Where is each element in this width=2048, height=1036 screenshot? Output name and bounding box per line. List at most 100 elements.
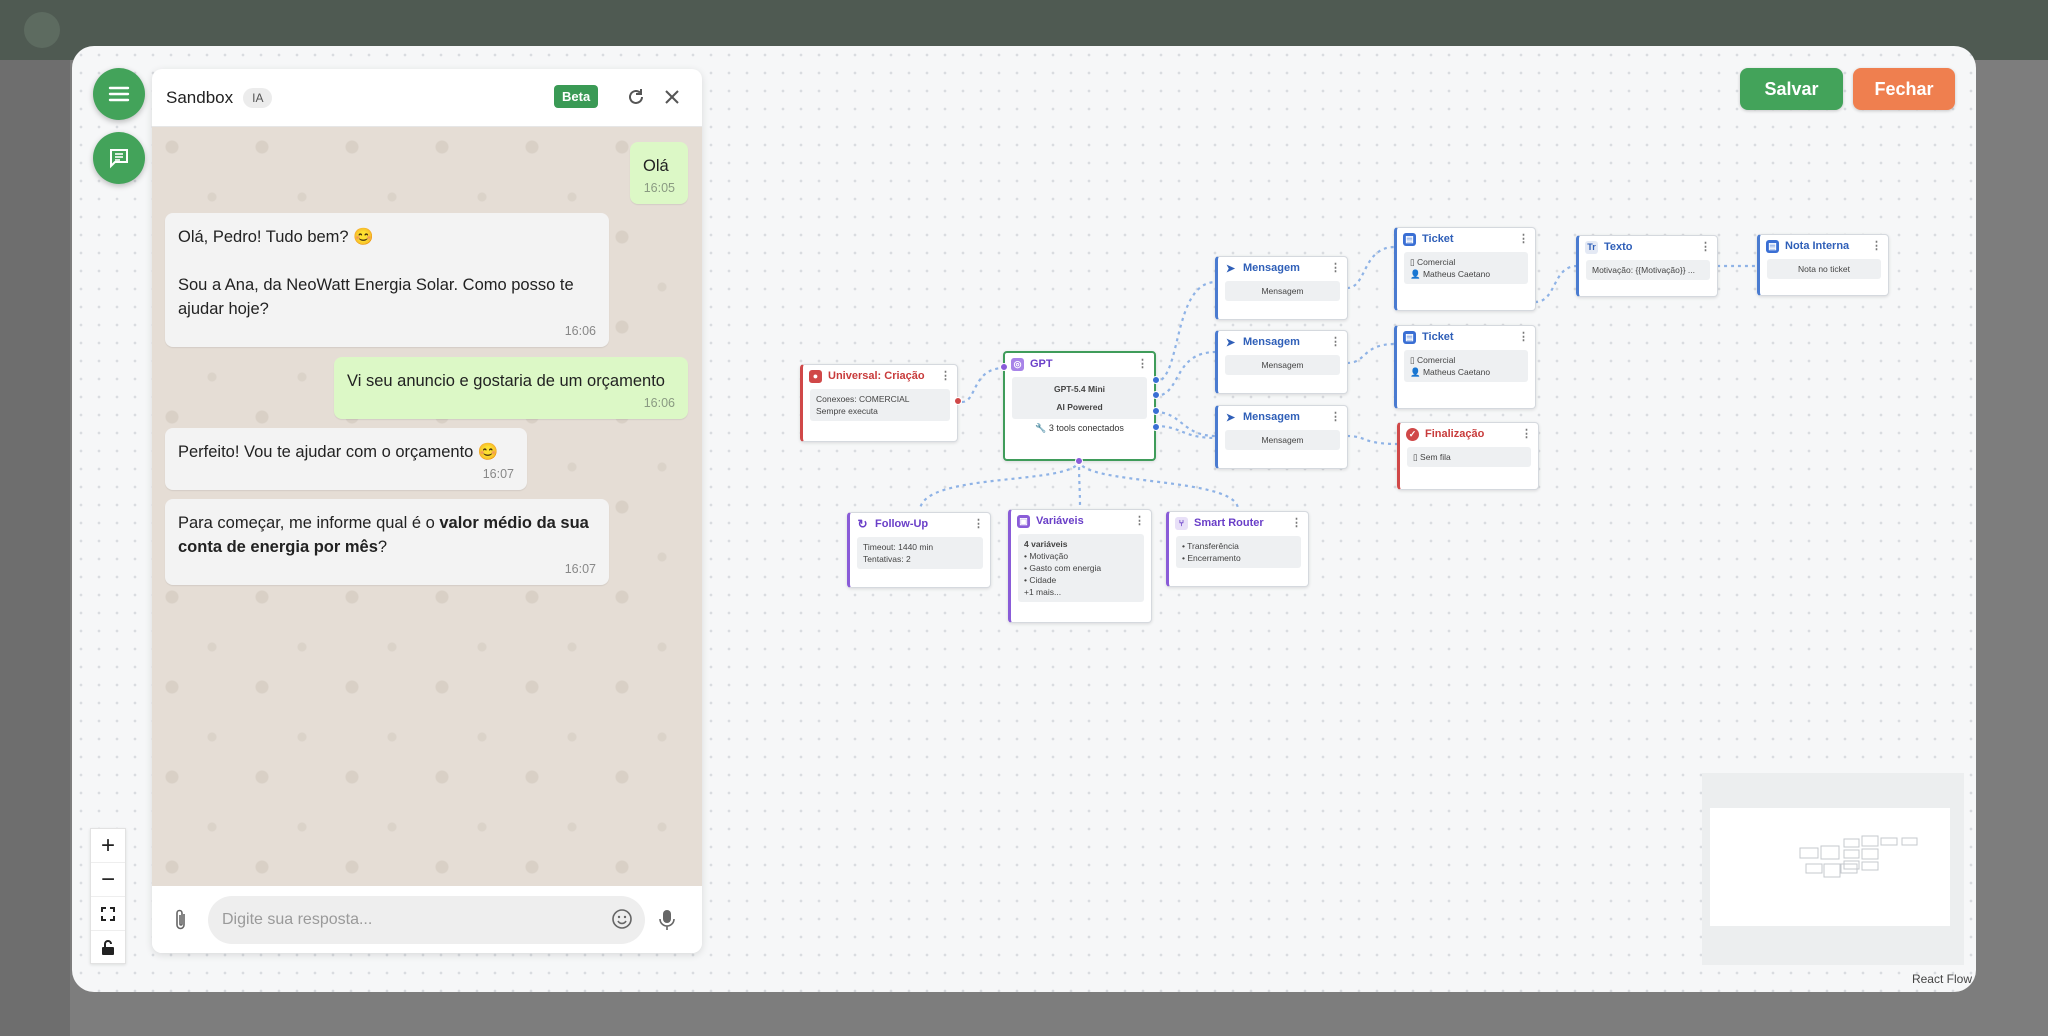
lock-icon <box>102 940 114 955</box>
node-menu-icon[interactable]: ⋮ <box>1134 514 1145 527</box>
node-finalizacao[interactable]: ✓ Finalização ⋮ ▯ Sem fila <box>1397 422 1539 490</box>
node-menu-icon[interactable]: ⋮ <box>1518 232 1529 245</box>
output-port[interactable] <box>954 397 962 405</box>
ticket-user: Matheus Caetano <box>1422 269 1491 279</box>
refresh-icon: ↻ <box>856 517 869 531</box>
zoom-controls: + − <box>90 828 126 964</box>
node-ticket-2[interactable]: ▤ Ticket ⋮ ▯ Comercial 👤 Matheus Caetano <box>1394 325 1536 409</box>
node-title: Mensagem <box>1243 411 1300 423</box>
close-chat-button[interactable] <box>662 87 682 112</box>
node-texto[interactable]: Tr Texto ⋮ Motivação: {{Motivação}} ... <box>1576 235 1718 297</box>
message-time: 16:07 <box>482 467 514 481</box>
node-title: Smart Router <box>1194 517 1264 529</box>
node-title: Finalização <box>1425 428 1485 440</box>
mic-button[interactable] <box>658 908 676 937</box>
node-mensagem-1[interactable]: ➤ Mensagem ⋮ Mensagem <box>1215 256 1348 320</box>
output-port[interactable] <box>1152 423 1160 431</box>
output-port[interactable] <box>1152 407 1160 415</box>
react-flow-attribution[interactable]: React Flow <box>1912 972 1972 986</box>
start-icon: ● <box>809 369 822 383</box>
node-title: Mensagem <box>1243 336 1300 348</box>
node-title: Nota Interna <box>1785 240 1850 252</box>
message-time: 16:06 <box>643 396 675 410</box>
gpt-tools: 🔧 3 tools conectados <box>1035 423 1124 433</box>
node-title: Variáveis <box>1036 515 1084 527</box>
node-menu-icon[interactable]: ⋮ <box>1871 239 1882 252</box>
background-sidebar <box>0 60 70 1036</box>
message-text: Olá, Pedro! Tudo bem? 😊 <box>178 228 374 246</box>
close-button[interactable]: Fechar <box>1853 68 1955 110</box>
node-follow-up[interactable]: ↻ Follow-Up ⋮ Timeout: 1440 min Tentativas… <box>847 512 991 588</box>
node-menu-icon[interactable]: ⋮ <box>1521 427 1532 440</box>
message-time: 16:05 <box>643 181 675 195</box>
tools-port[interactable] <box>1075 457 1083 465</box>
chat-icon <box>110 149 128 169</box>
zoom-out-button[interactable]: − <box>91 863 125 897</box>
message-input-placeholder: Digite sua resposta... <box>222 911 373 928</box>
node-smart-router[interactable]: ⑂ Smart Router ⋮ • Transferência • Encerra… <box>1166 511 1309 587</box>
output-port[interactable] <box>1152 391 1160 399</box>
ticket-icon: ▤ <box>1403 330 1416 344</box>
sandbox-chat-panel: Sandbox IA Beta Olá 16:05 Olá, Pedro! Tu… <box>152 69 702 953</box>
node-menu-icon[interactable]: ⋮ <box>1137 357 1148 370</box>
fit-view-button[interactable] <box>91 897 125 931</box>
refresh-button[interactable] <box>626 87 646 112</box>
gpt-model: GPT-5.4 Mini <box>1053 384 1105 394</box>
node-body: Motivação: {{Motivação}} ... <box>1586 260 1710 280</box>
ticket-icon: ▤ <box>1403 232 1416 246</box>
node-menu-icon[interactable]: ⋮ <box>940 369 951 382</box>
send-icon: ➤ <box>1224 410 1237 424</box>
router-icon: ⑂ <box>1175 516 1188 530</box>
chat-title: Sandbox <box>166 87 234 107</box>
node-menu-icon[interactable]: ⋮ <box>1330 410 1341 423</box>
var-item: • Gasto com energia <box>1024 563 1102 573</box>
chat-toggle-button[interactable] <box>93 132 145 184</box>
zoom-in-button[interactable]: + <box>91 829 125 863</box>
message-input[interactable]: Digite sua resposta... <box>208 896 645 944</box>
note-icon: ▤ <box>1766 239 1779 253</box>
menu-button[interactable] <box>93 68 145 120</box>
node-gpt[interactable]: ◎ GPT ⋮ GPT-5.4 Mini AI Powered 🔧 3 tools … <box>1000 351 1160 465</box>
message-text: ? <box>377 538 388 556</box>
node-body: Sem fila <box>1420 452 1451 462</box>
node-menu-icon[interactable]: ⋮ <box>1291 516 1302 529</box>
minimap-viewport[interactable] <box>1710 808 1950 926</box>
input-port[interactable] <box>1000 363 1008 371</box>
node-mensagem-2[interactable]: ➤ Mensagem ⋮ Mensagem <box>1215 330 1348 394</box>
emoji-button[interactable] <box>611 908 633 935</box>
message-time: 16:07 <box>564 562 596 576</box>
node-menu-icon[interactable]: ⋮ <box>1518 330 1529 343</box>
beta-badge: Beta <box>554 85 599 108</box>
node-title: Mensagem <box>1243 262 1300 274</box>
attach-icon <box>176 909 185 930</box>
node-body: Mensagem <box>1225 430 1340 450</box>
node-menu-icon[interactable]: ⋮ <box>973 517 984 530</box>
node-ticket-1[interactable]: ▤ Ticket ⋮ ▯ Comercial 👤 Matheus Caetano <box>1394 227 1536 311</box>
node-menu-icon[interactable]: ⋮ <box>1330 261 1341 274</box>
message-incoming: Perfeito! Vou te ajudar com o orçamento … <box>165 428 527 490</box>
node-variaveis[interactable]: ▣ Variáveis ⋮ 4 variáveis • Motivação • G… <box>1008 509 1152 623</box>
ai-icon: ◎ <box>1011 357 1024 371</box>
lock-button[interactable] <box>91 931 125 965</box>
chat-composer: Digite sua resposta... <box>152 886 702 953</box>
background-logo <box>24 12 60 48</box>
save-button[interactable]: Salvar <box>1740 68 1843 110</box>
zoom-out-icon: − <box>100 865 115 893</box>
fit-view-icon <box>101 906 115 921</box>
node-mensagem-3[interactable]: ➤ Mensagem ⋮ Mensagem <box>1215 405 1348 469</box>
node-body: Nota no ticket <box>1767 259 1881 279</box>
node-menu-icon[interactable]: ⋮ <box>1330 335 1341 348</box>
node-nota-interna[interactable]: ▤ Nota Interna ⋮ Nota no ticket <box>1757 234 1889 296</box>
output-port[interactable] <box>1152 376 1160 384</box>
node-menu-icon[interactable]: ⋮ <box>1700 240 1711 253</box>
route-item: • Encerramento <box>1182 553 1241 563</box>
send-icon: ➤ <box>1224 261 1237 275</box>
ticket-queue: Comercial <box>1417 257 1456 267</box>
attach-button[interactable] <box>172 908 190 937</box>
message-incoming: Para começar, me informe qual é o valor … <box>165 499 609 585</box>
chat-messages: Olá 16:05 Olá, Pedro! Tudo bem? 😊 Sou a … <box>152 127 702 886</box>
node-line: Conexoes: COMERCIAL <box>816 394 910 404</box>
node-universal-criacao[interactable]: ● Universal: Criação ⋮ Conexoes: COMERCIA… <box>800 364 962 442</box>
ticket-queue: Comercial <box>1417 355 1456 365</box>
minimap[interactable] <box>1702 773 1964 965</box>
